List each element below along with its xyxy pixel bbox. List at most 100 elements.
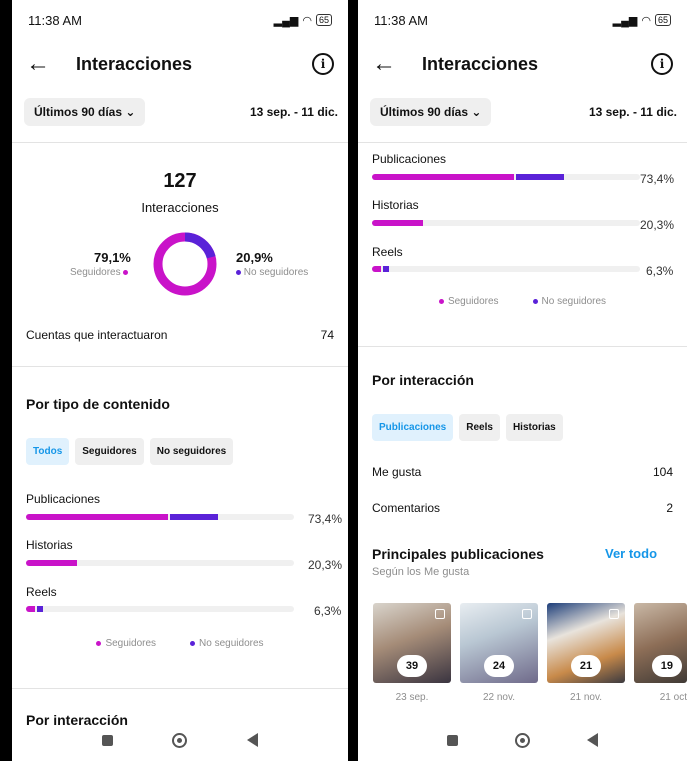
post-thumbnail[interactable]: 24 <box>460 603 538 683</box>
nonfollowers-dot-icon <box>236 269 241 275</box>
top-bar: ← Interacciones i <box>12 44 348 84</box>
followers-dot-icon <box>438 299 444 304</box>
divider <box>358 142 687 143</box>
arrow-left-icon[interactable]: ← <box>372 52 408 76</box>
system-nav-bar <box>358 719 687 761</box>
likes-row: Me gusta 104 <box>372 465 673 479</box>
chip-historias[interactable]: Historias <box>505 414 563 441</box>
date-range-label: Últimos 90 días <box>380 105 469 119</box>
comments-value: 2 <box>666 501 673 515</box>
signal-icon: ▂▄▆ <box>273 14 299 27</box>
wifi-icon: ◠ <box>302 14 312 27</box>
comments-row: Comentarios 2 <box>372 501 673 515</box>
interaction-filter-chips: Publicaciones Reels Historias <box>372 414 563 441</box>
post-thumbnail[interactable]: 21 <box>547 603 625 683</box>
status-time: 11:38 AM <box>374 12 428 28</box>
divider <box>358 346 687 347</box>
post-date: 21 oct <box>659 692 687 703</box>
divider <box>12 688 348 689</box>
legend-nonfollowers-label: No seguidores <box>541 296 607 307</box>
back-triangle-icon[interactable] <box>247 733 259 747</box>
accounts-row: Cuentas que interactuaron 74 <box>26 328 334 342</box>
status-time: 11:38 AM <box>28 12 82 28</box>
post-date: 23 sep. <box>395 692 429 703</box>
bar-label-publicaciones: Publicaciones <box>26 492 101 506</box>
recent-apps-icon[interactable] <box>101 734 113 746</box>
bar-track-historias <box>372 220 640 226</box>
chevron-down-icon: ⌄ <box>125 105 136 119</box>
signal-icon: ▂▄▆ <box>612 14 638 27</box>
followers-percent: 79,1% <box>94 250 131 265</box>
content-filter-chips: Todos Seguidores No seguidores <box>26 438 234 465</box>
followers-dot-icon <box>96 641 102 646</box>
post-like-count: 39 <box>397 655 427 677</box>
nonfollowers-dot-icon <box>190 641 196 646</box>
followers-label: Seguidores <box>70 267 121 278</box>
bar-pct-reels: 6,3% <box>314 604 342 618</box>
post-like-count: 24 <box>484 655 514 677</box>
page-title: Interacciones <box>76 53 193 74</box>
bar-followers-reels <box>372 266 382 272</box>
nonfollowers-percent: 20,9% <box>236 250 273 265</box>
date-range-text: 13 sep. - 11 dic. <box>588 105 677 119</box>
date-range-label: Últimos 90 días <box>34 105 123 119</box>
nonfollowers-label: No seguidores <box>243 267 309 278</box>
chip-publicaciones[interactable]: Publicaciones <box>372 414 454 441</box>
recent-apps-icon[interactable] <box>446 734 458 746</box>
chip-nonfollowers[interactable]: No seguidores <box>149 438 234 465</box>
post-like-count: 19 <box>651 655 682 677</box>
bar-label-historias: Historias <box>372 198 419 212</box>
post-date: 22 nov. <box>482 692 516 703</box>
post-thumbnail[interactable]: 19 <box>634 603 687 683</box>
page-title: Interacciones <box>422 53 539 74</box>
nonfollowers-dot-icon <box>532 299 538 304</box>
top-posts-subtitle: Según los Me gusta <box>372 566 470 578</box>
by-interaction-title: Por interacción <box>372 372 474 388</box>
legend-followers: Seguidores <box>96 638 156 649</box>
home-icon[interactable] <box>514 732 530 748</box>
date-range-button[interactable]: Últimos 90 días ⌄ <box>24 98 146 126</box>
status-icons: ▂▄▆ ◠ 65 <box>613 14 671 27</box>
divider <box>12 142 348 143</box>
bar-nonfollowers-publicaciones <box>170 514 219 520</box>
back-triangle-icon[interactable] <box>587 733 599 747</box>
arrow-left-icon[interactable]: ← <box>26 52 62 76</box>
chip-followers[interactable]: Seguidores <box>75 438 144 465</box>
bar-label-historias: Historias <box>26 538 73 552</box>
bar-track-historias <box>26 560 294 566</box>
legend-nonfollowers-label: No seguidores <box>199 638 264 649</box>
status-bar: 11:38 AM ▂▄▆ ◠ 65 <box>12 0 348 40</box>
chip-all[interactable]: Todos <box>26 438 70 465</box>
system-nav-bar <box>12 719 348 761</box>
info-icon[interactable]: i <box>312 53 334 75</box>
by-content-title: Por tipo de contenido <box>26 396 170 412</box>
bar-nonfollowers-reels <box>383 266 389 272</box>
bar-followers-historias <box>26 560 77 566</box>
bar-followers-publicaciones <box>372 174 515 180</box>
bar-nonfollowers-publicaciones <box>516 174 565 180</box>
status-icons: ▂▄▆ ◠ 65 <box>274 14 332 27</box>
comments-label: Comentarios <box>372 501 441 515</box>
date-range-bar: Últimos 90 días ⌄ 13 sep. - 11 dic. <box>370 96 687 128</box>
carousel-icon <box>522 609 532 619</box>
see-all-link[interactable]: Ver todo <box>605 546 657 561</box>
info-icon[interactable]: i <box>651 53 673 75</box>
home-icon[interactable] <box>172 732 188 748</box>
right-screen: 11:38 AM ▂▄▆ ◠ 65 ← Interacciones i Últi… <box>358 0 687 761</box>
total-interactions-label: Interacciones <box>141 200 219 215</box>
legend-nonfollowers: No seguidores <box>190 638 264 649</box>
left-screen: 11:38 AM ▂▄▆ ◠ 65 ← Interacciones i Últi… <box>12 0 348 761</box>
bar-pct-reels: 6,3% <box>646 264 674 278</box>
post-like-count: 21 <box>571 655 601 677</box>
post-thumbnail[interactable]: 39 <box>373 603 451 683</box>
bar-pct-historias: 20,3% <box>640 218 675 232</box>
bar-track-reels <box>372 266 640 272</box>
bar-label-reels: Reels <box>372 245 403 259</box>
followers-legend: Seguidores <box>70 267 129 278</box>
status-bar: 11:38 AM ▂▄▆ ◠ 65 <box>358 0 687 40</box>
battery-icon: 65 <box>654 14 671 26</box>
post-date: 21 nov. <box>569 692 603 703</box>
chip-reels[interactable]: Reels <box>459 414 500 441</box>
date-range-button[interactable]: Últimos 90 días ⌄ <box>370 98 492 126</box>
legend-followers-label: Seguidores <box>105 638 157 649</box>
